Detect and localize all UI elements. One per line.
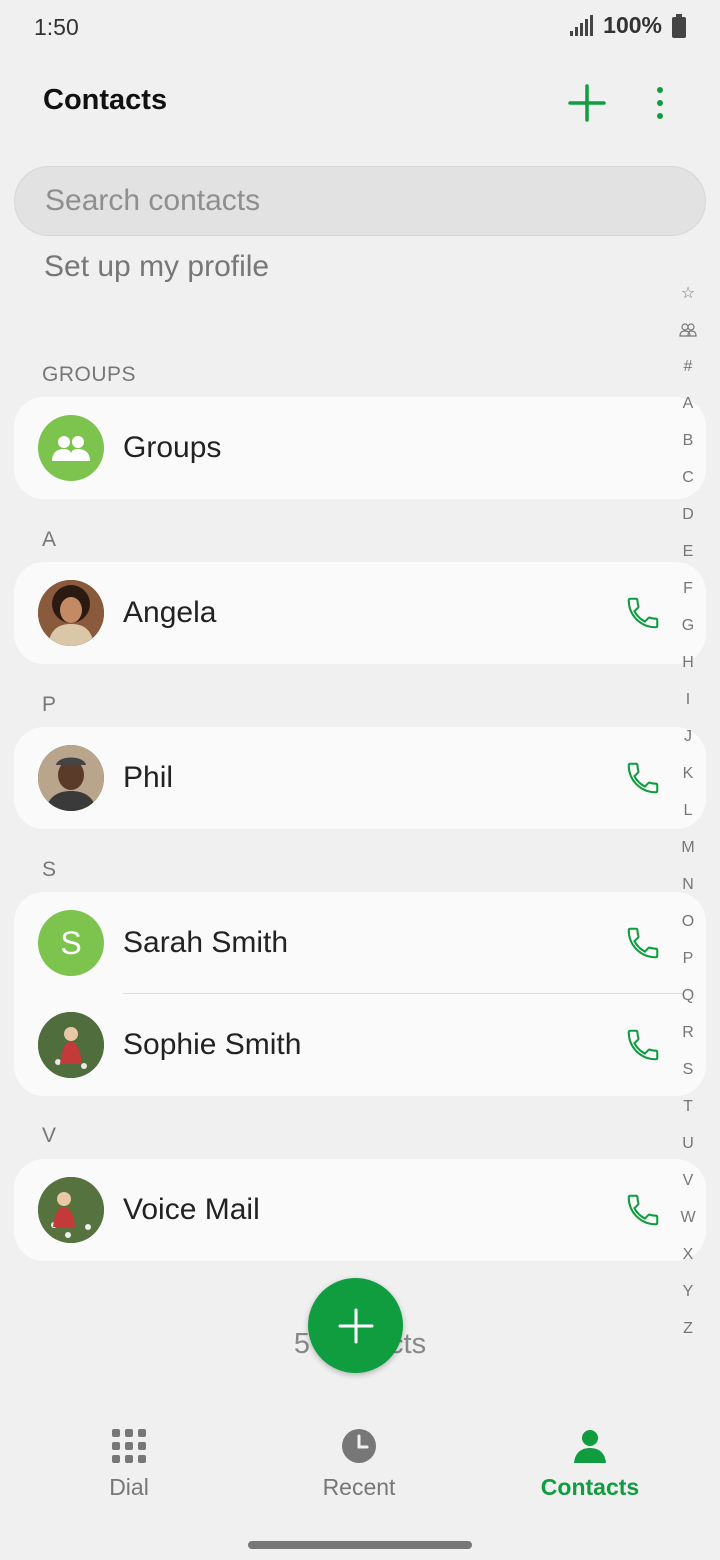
status-icons: 100% xyxy=(569,12,686,39)
contacts-card-s: S Sarah Smith Sophie Smith xyxy=(14,892,706,1096)
person-photo-icon xyxy=(38,745,104,811)
groups-avatar xyxy=(38,415,104,481)
add-contact-button[interactable] xyxy=(563,79,611,127)
contact-name: Angela xyxy=(123,596,217,629)
nav-dial[interactable]: Dial xyxy=(9,1428,249,1501)
avatar-voice-mail xyxy=(38,1177,104,1243)
index-letter[interactable]: A xyxy=(670,385,706,422)
index-letter[interactable]: K xyxy=(670,755,706,792)
contact-row-phil[interactable]: Phil xyxy=(14,727,706,829)
section-header-p: P xyxy=(42,693,57,716)
contacts-card-v: Voice Mail xyxy=(14,1159,706,1261)
index-letter[interactable]: X xyxy=(670,1236,706,1273)
search-input[interactable] xyxy=(15,167,705,235)
phone-icon xyxy=(627,597,659,629)
setup-profile-link[interactable]: Set up my profile xyxy=(44,250,269,284)
groups-label: Groups xyxy=(123,431,222,464)
index-favorites-icon[interactable]: ☆ xyxy=(670,274,706,311)
contact-row-angela[interactable]: Angela xyxy=(14,562,706,664)
add-contact-fab[interactable] xyxy=(308,1278,403,1373)
nav-recent-label: Recent xyxy=(322,1474,396,1500)
index-letter[interactable]: G xyxy=(670,607,706,644)
index-letter[interactable]: I xyxy=(670,681,706,718)
nav-recent[interactable]: Recent xyxy=(239,1428,479,1501)
person-photo-icon xyxy=(38,1012,104,1078)
plus-icon xyxy=(568,84,606,122)
status-time: 1:50 xyxy=(34,14,79,40)
signal-icon xyxy=(570,14,594,36)
index-letter[interactable]: P xyxy=(670,940,706,977)
avatar-sarah-smith: S xyxy=(38,910,104,976)
index-letter[interactable]: L xyxy=(670,792,706,829)
index-letter[interactable]: E xyxy=(670,533,706,570)
nav-dial-label: Dial xyxy=(109,1474,149,1500)
index-letter[interactable]: R xyxy=(670,1014,706,1051)
more-vert-icon xyxy=(657,87,663,119)
contact-row-sarah-smith[interactable]: S Sarah Smith xyxy=(14,892,706,994)
index-letter[interactable]: V xyxy=(670,1162,706,1199)
clock-icon xyxy=(342,1429,376,1463)
person-photo-icon xyxy=(38,580,104,646)
index-letter[interactable]: U xyxy=(670,1125,706,1162)
phone-icon xyxy=(627,1194,659,1226)
call-button[interactable] xyxy=(624,924,662,962)
contact-name: Sophie Smith xyxy=(123,1028,302,1061)
section-header-s: S xyxy=(42,858,57,881)
contacts-card-p: Phil xyxy=(14,727,706,829)
plus-icon xyxy=(338,1308,373,1343)
avatar-angela xyxy=(38,580,104,646)
section-header-v: V xyxy=(42,1124,57,1147)
person-icon xyxy=(574,1430,606,1463)
index-letter[interactable]: H xyxy=(670,644,706,681)
index-letter[interactable]: S xyxy=(670,1051,706,1088)
avatar-initial: S xyxy=(60,924,82,961)
call-button[interactable] xyxy=(624,594,662,632)
index-letter[interactable]: F xyxy=(670,570,706,607)
contacts-card-a: Angela xyxy=(14,562,706,664)
contact-row-voice-mail[interactable]: Voice Mail xyxy=(14,1159,706,1261)
avatar-sophie-smith xyxy=(38,1012,104,1078)
call-button[interactable] xyxy=(624,759,662,797)
index-letter[interactable]: C xyxy=(670,459,706,496)
groups-row[interactable]: Groups xyxy=(14,397,706,499)
index-letter[interactable]: M xyxy=(670,829,706,866)
index-letter[interactable]: D xyxy=(670,496,706,533)
group-icon xyxy=(679,322,697,337)
index-letter[interactable]: Q xyxy=(670,977,706,1014)
index-letter[interactable]: Y xyxy=(670,1273,706,1310)
phone-icon xyxy=(627,762,659,794)
index-letter[interactable]: N xyxy=(670,866,706,903)
nav-contacts-label: Contacts xyxy=(540,1474,640,1500)
more-options-button[interactable] xyxy=(636,79,684,127)
contact-name: Voice Mail xyxy=(123,1193,260,1226)
index-letter[interactable]: W xyxy=(670,1199,706,1236)
index-letter[interactable]: O xyxy=(670,903,706,940)
index-letter[interactable]: B xyxy=(670,422,706,459)
contact-name: Sarah Smith xyxy=(123,926,289,959)
section-header-groups: GROUPS xyxy=(42,363,137,386)
avatar-phil xyxy=(38,745,104,811)
index-letter[interactable]: J xyxy=(670,718,706,755)
section-header-a: A xyxy=(42,528,57,551)
groups-card: Groups xyxy=(14,397,706,499)
home-indicator[interactable] xyxy=(248,1541,472,1549)
dialpad-icon xyxy=(112,1429,146,1463)
alphabet-index[interactable]: ☆ # A B C D E F G H I J K L M N O P Q R … xyxy=(670,274,706,1347)
search-bar xyxy=(14,166,706,236)
person-photo-icon xyxy=(38,1177,104,1243)
call-button[interactable] xyxy=(624,1191,662,1229)
index-groups-icon[interactable] xyxy=(670,311,706,348)
groups-icon xyxy=(52,436,90,461)
index-letter[interactable]: # xyxy=(670,348,706,385)
battery-percent: 100% xyxy=(603,12,662,38)
page-title: Contacts xyxy=(43,84,168,116)
contact-row-sophie-smith[interactable]: Sophie Smith xyxy=(14,994,706,1096)
nav-contacts[interactable]: Contacts xyxy=(470,1428,710,1501)
call-button[interactable] xyxy=(624,1026,662,1064)
contact-name: Phil xyxy=(123,761,174,794)
battery-icon xyxy=(672,13,686,38)
phone-icon xyxy=(627,1029,659,1061)
phone-icon xyxy=(627,927,659,959)
index-letter[interactable]: T xyxy=(670,1088,706,1125)
